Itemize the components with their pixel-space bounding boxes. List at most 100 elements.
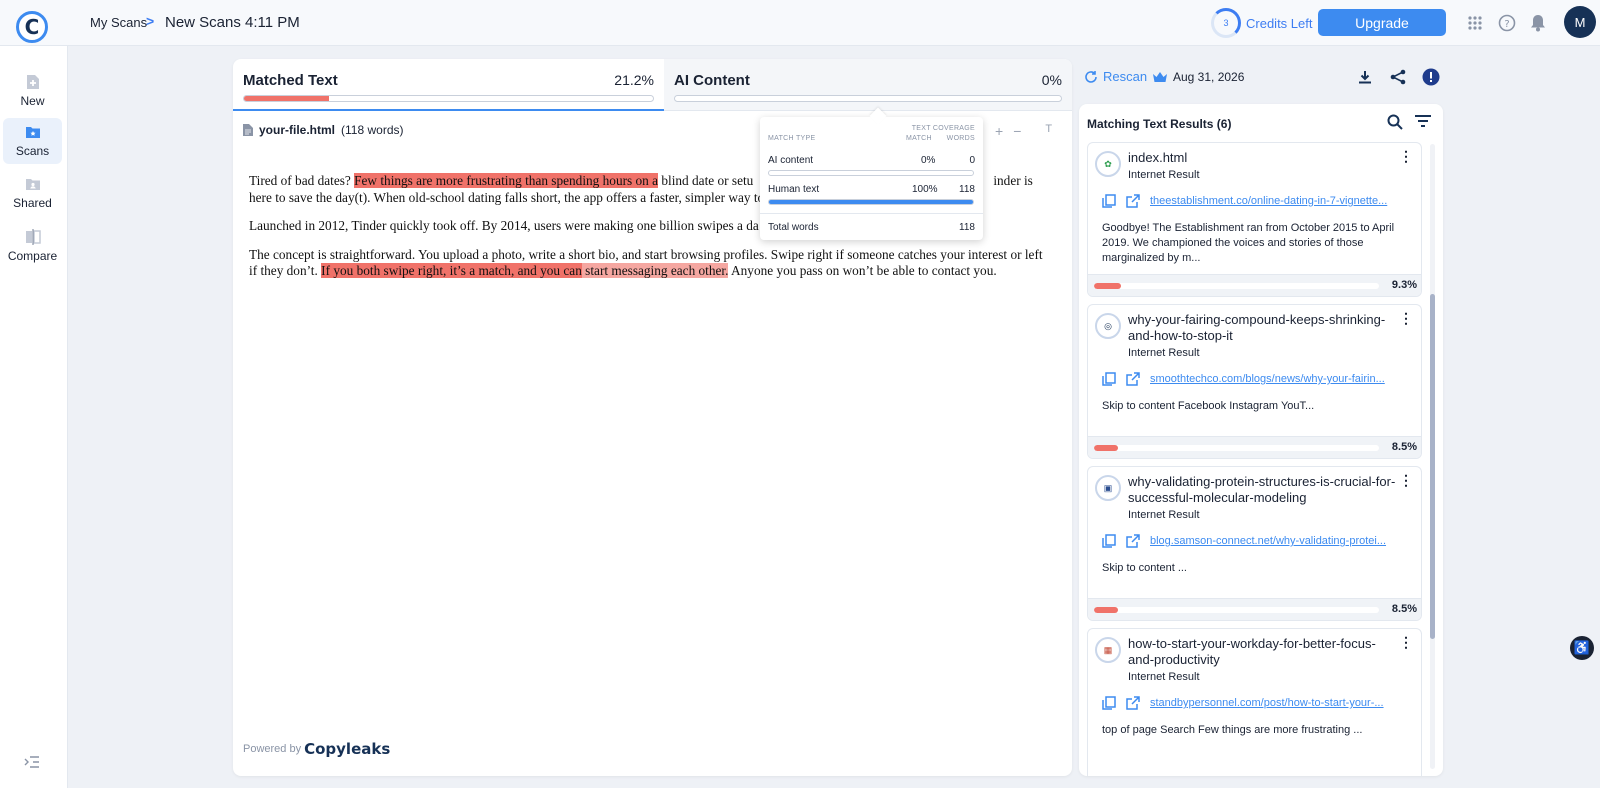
row-human-match: 100% [912, 184, 938, 195]
result-url[interactable]: smoothtechco.com/blogs/news/why-your-fai… [1150, 373, 1400, 385]
shared-folder-icon [25, 176, 41, 192]
ai-coverage-bar [768, 170, 974, 176]
more-options-icon[interactable]: ⋮ [1399, 473, 1413, 487]
copy-icon[interactable] [1102, 372, 1116, 386]
result-match-bar [1094, 607, 1379, 613]
file-icon [243, 124, 253, 136]
more-options-icon[interactable]: ⋮ [1399, 635, 1413, 649]
external-link-icon[interactable] [1126, 534, 1140, 548]
result-card[interactable]: ◎ why-your-fairing-compound-keeps-shrink… [1087, 304, 1422, 459]
results-toolbar: Rescan Aug 31, 2026 [1076, 59, 1446, 104]
matched-progress-bar [243, 95, 654, 102]
result-snippet: Skip to content Facebook Instagram YouT.… [1102, 400, 1315, 412]
external-link-icon[interactable] [1126, 372, 1140, 386]
result-match-footer: 8.5% [1088, 598, 1421, 620]
result-type: Internet Result [1128, 169, 1200, 181]
tab-title: Matched Text [243, 72, 338, 89]
matched-highlight[interactable]: If you both swipe right, it’s a match, a… [321, 263, 582, 278]
apps-grid-icon[interactable] [1465, 13, 1485, 33]
text-tools: + − T [995, 123, 1052, 139]
sidebar-item-scans[interactable]: Scans [3, 118, 62, 164]
matched-progress-fill [244, 96, 653, 101]
paragraph-3: The concept is straightforward. You uplo… [249, 246, 1043, 278]
result-favicon-icon: ▦ [1095, 637, 1121, 663]
matched-highlight[interactable]: Few things are more frustrating than spe… [354, 173, 659, 188]
more-options-icon[interactable]: ⋮ [1399, 311, 1413, 325]
result-title[interactable]: index.html [1128, 150, 1398, 166]
matched-highlight-light[interactable]: start messaging each other. [581, 263, 729, 278]
copy-icon[interactable] [1102, 194, 1116, 208]
external-link-icon[interactable] [1126, 194, 1140, 208]
result-title[interactable]: why-validating-protein-structures-is-cru… [1128, 474, 1398, 506]
credits-label: Credits Left [1246, 16, 1313, 31]
tab-percent: 21.2% [614, 72, 654, 88]
result-snippet: top of page Search Few things are more f… [1102, 724, 1363, 736]
search-icon[interactable] [1387, 114, 1403, 130]
sidebar-item-label: Shared [13, 196, 52, 210]
copyleaks-brand[interactable]: Copyleaks [304, 740, 390, 758]
sidebar-item-shared[interactable]: Shared [3, 170, 62, 216]
filter-icon[interactable] [1415, 114, 1431, 130]
accessibility-icon[interactable]: ♿ [1570, 636, 1594, 660]
tab-matched-text[interactable]: Matched Text 21.2% [233, 59, 664, 111]
result-match-percent: 8.5% [1391, 441, 1417, 453]
result-type: Internet Result [1128, 509, 1200, 521]
result-title[interactable]: how-to-start-your-workday-for-better-foc… [1128, 636, 1398, 668]
result-favicon-icon: ✿ [1095, 151, 1121, 177]
result-url[interactable]: blog.samson-connect.net/why-validating-p… [1150, 535, 1400, 547]
collapse-sidebar-icon[interactable] [24, 756, 40, 768]
sidebar-item-new[interactable]: New [3, 68, 62, 114]
powered-by: Powered by Copyleaks [243, 740, 391, 758]
result-url[interactable]: standbypersonnel.com/post/how-to-start-y… [1150, 697, 1400, 709]
scans-folder-icon [25, 124, 41, 140]
human-coverage-bar [768, 199, 974, 205]
results-scroll-thumb[interactable] [1430, 294, 1435, 639]
report-info-icon[interactable] [1421, 67, 1441, 87]
tab-title: AI Content [674, 72, 750, 89]
result-match-percent: 8.5% [1391, 603, 1417, 615]
tab-percent: 0% [1041, 72, 1062, 88]
sidebar-item-label: Scans [15, 144, 50, 158]
result-match-footer: 9.3% [1088, 274, 1421, 296]
upgrade-button[interactable]: Upgrade [1318, 9, 1446, 36]
crown-icon [1153, 71, 1168, 82]
copyleaks-logo[interactable]: C [16, 11, 48, 43]
sidebar-item-label: Compare [7, 249, 58, 263]
compare-icon [25, 229, 41, 245]
result-favicon-icon: ◎ [1095, 313, 1121, 339]
result-title[interactable]: why-your-fairing-compound-keeps-shrinkin… [1128, 312, 1398, 344]
result-match-footer: 8.5% [1088, 436, 1421, 458]
col-match-type: MATCH TYPE [768, 135, 816, 142]
result-card[interactable]: ✿ index.html Internet Result ⋮ theestabl… [1087, 142, 1422, 297]
text-format-icon[interactable]: T [1045, 123, 1052, 139]
col-match: MATCH [906, 135, 932, 142]
row-ai-words: 0 [969, 155, 975, 166]
file-name: your-file.html [259, 123, 336, 137]
rescan-button[interactable]: Rescan [1084, 69, 1168, 84]
zoom-out-icon[interactable]: − [1013, 123, 1021, 139]
result-match-bar [1094, 445, 1379, 451]
user-avatar[interactable]: M [1564, 6, 1596, 38]
share-icon[interactable] [1388, 67, 1408, 87]
result-url[interactable]: theestablishment.co/online-dating-in-7-v… [1150, 195, 1400, 207]
result-snippet: Skip to content ... [1102, 562, 1187, 574]
result-card[interactable]: ▦ how-to-start-your-workday-for-better-f… [1087, 628, 1422, 776]
row-human-words: 118 [959, 184, 975, 195]
notification-bell-icon[interactable] [1528, 13, 1548, 33]
sidebar-item-compare[interactable]: Compare [3, 223, 62, 269]
top-bar: C My Scans > New Scans 4:11 PM 3 Credits… [0, 0, 1600, 46]
file-info: your-file.html (118 words) [243, 123, 403, 137]
result-card[interactable]: ▣ why-validating-protein-structures-is-c… [1087, 466, 1422, 621]
help-icon[interactable]: ? [1497, 13, 1517, 33]
copy-icon[interactable] [1102, 696, 1116, 710]
tab-ai-content[interactable]: AI Content 0% [664, 59, 1072, 111]
result-snippet: Goodbye! The Establishment ran from Octo… [1102, 222, 1395, 264]
external-link-icon[interactable] [1126, 696, 1140, 710]
copy-icon[interactable] [1102, 534, 1116, 548]
more-options-icon[interactable]: ⋮ [1399, 149, 1413, 163]
row-ai-match: 0% [921, 155, 936, 166]
zoom-in-icon[interactable]: + [995, 123, 1003, 139]
download-icon[interactable] [1355, 67, 1375, 87]
results-panel: Matching Text Results (6) ✿ index.html I… [1079, 104, 1443, 776]
breadcrumb-my-scans[interactable]: My Scans [90, 15, 147, 30]
